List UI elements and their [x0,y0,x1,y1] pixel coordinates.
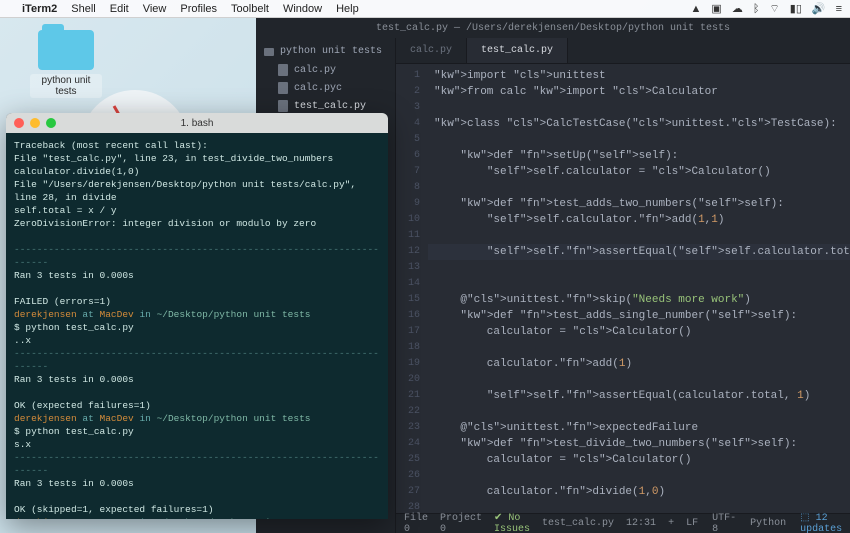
status-issues[interactable]: ✔ No Issues [494,512,530,533]
code-source[interactable]: "kw">import "cls">unittest"kw">from calc… [428,64,850,513]
menu-shell[interactable]: Shell [71,3,95,15]
status-file[interactable]: File 0 [404,513,428,533]
sidebar-file[interactable]: calc.py [256,61,395,79]
status-filename: test_calc.py [542,518,614,529]
menu-profiles[interactable]: Profiles [180,3,217,15]
terminal-titlebar[interactable]: 1. bash [6,113,388,133]
file-icon [278,64,288,76]
terminal-output[interactable]: Traceback (most recent call last): File … [6,133,388,519]
status-project[interactable]: Project 0 [440,513,482,533]
menu-edit[interactable]: Edit [110,3,129,15]
menu-help[interactable]: Help [336,3,359,15]
menubar-right: ▲ ▣ ☁ ᛒ ⌔ ▮▯ 🔊 ≡ [691,2,842,16]
volume-icon[interactable]: 🔊 [812,2,826,15]
sidebar-root-label: python unit tests [280,46,382,57]
menu-extra-icon[interactable]: ≡ [836,3,842,15]
file-icon [278,100,288,112]
status-lang[interactable]: Python [750,518,786,529]
sidebar-file[interactable]: calc.pyc [256,79,395,97]
terminal-window: 1. bash Traceback (most recent call last… [6,113,388,519]
menu-view[interactable]: View [143,3,167,15]
menubar-app[interactable]: iTerm2 [22,3,57,15]
mac-menubar: iTerm2 Shell Edit View Profiles Toolbelt… [0,0,850,18]
editor-tab[interactable]: calc.py [396,38,467,63]
desktop-folder-label: python unit tests [30,74,102,98]
editor-tab[interactable]: test_calc.py [467,38,568,63]
status-icon[interactable]: ▣ [711,2,721,15]
editor-titlebar: test_calc.py — /Users/derekjensen/Deskto… [256,18,850,38]
folder-icon [264,48,274,56]
editor-title: test_calc.py — /Users/derekjensen/Deskto… [376,23,730,34]
status-cursor[interactable]: 12:31 [626,518,656,529]
bluetooth-icon[interactable]: ᛒ [753,3,760,15]
status-lf[interactable]: LF [686,518,698,529]
sidebar-file-label: test_calc.py [294,101,366,112]
line-gutter: 1234567891011121314151617181920212223242… [396,64,428,513]
editor-statusbar: File 0 Project 0 ✔ No Issues test_calc.p… [396,513,850,533]
menu-window[interactable]: Window [283,3,322,15]
battery-icon[interactable]: ▮▯ [790,2,802,15]
menu-toolbelt[interactable]: Toolbelt [231,3,269,15]
desktop-folder[interactable]: python unit tests [30,30,102,98]
code-area[interactable]: 1234567891011121314151617181920212223242… [396,64,850,513]
status-icon[interactable]: ▲ [691,3,702,15]
wifi-icon[interactable]: ⌔ [769,2,779,16]
editor-tabs: calc.pytest_calc.py [396,38,850,64]
sidebar-file-label: calc.pyc [294,83,342,94]
status-encoding[interactable]: UTF-8 [712,513,736,533]
terminal-title: 1. bash [6,118,388,129]
folder-icon [38,30,94,70]
cloud-icon[interactable]: ☁ [732,2,743,15]
status-updates[interactable]: ⬚ 12 updates [800,512,842,533]
sidebar-file-label: calc.py [294,65,336,76]
file-icon [278,82,288,94]
sidebar-root[interactable]: python unit tests [256,42,395,61]
status-plus-icon[interactable]: + [668,518,674,529]
